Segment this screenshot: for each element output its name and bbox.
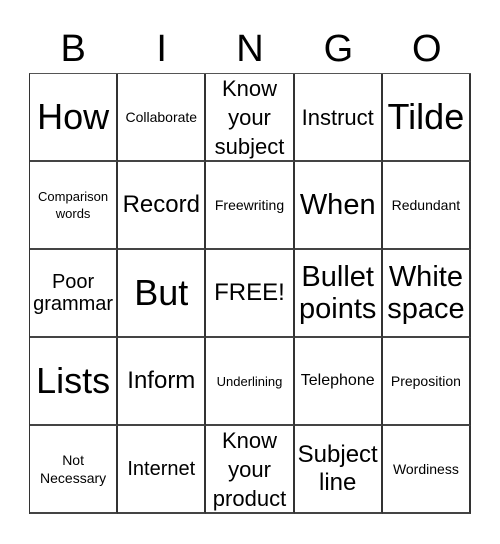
- bingo-card-grid: How Collaborate Know your subject Instru…: [29, 73, 471, 514]
- cell-label: Not Necessary: [40, 452, 107, 486]
- header-letter-b: B: [60, 28, 86, 70]
- cell-label: Lists: [36, 360, 111, 401]
- cell-label: White space: [387, 261, 465, 325]
- cell-label: Bullet points: [299, 261, 377, 325]
- free-space-cell[interactable]: FREE!: [206, 250, 295, 338]
- bingo-cell[interactable]: Underlining: [206, 338, 295, 426]
- bingo-cell[interactable]: Know your product: [206, 426, 295, 514]
- free-space-label: FREE!: [214, 279, 285, 306]
- bingo-cell[interactable]: Internet: [118, 426, 207, 514]
- bingo-cell[interactable]: Record: [118, 162, 207, 250]
- bingo-cell[interactable]: Subject line: [294, 426, 383, 514]
- cell-label: Instruct: [301, 104, 374, 130]
- header-letter-g: G: [323, 28, 354, 70]
- cell-label: But: [134, 272, 189, 313]
- header-letter-n: N: [236, 28, 264, 70]
- bingo-cell[interactable]: Collaborate: [118, 74, 207, 162]
- bingo-cell[interactable]: Tilde: [382, 74, 471, 162]
- cell-label: Preposition: [390, 373, 461, 389]
- cell-label: Underlining: [216, 373, 283, 389]
- cell-label: When: [299, 189, 376, 221]
- bingo-cell[interactable]: When: [294, 162, 383, 250]
- header-letter-i: I: [156, 28, 167, 70]
- cell-label: Internet: [127, 458, 196, 480]
- bingo-cell[interactable]: Wordiness: [382, 426, 471, 514]
- bingo-cell[interactable]: But: [118, 250, 207, 338]
- cell-label: Freewriting: [214, 197, 285, 213]
- bingo-cell[interactable]: Not Necessary: [30, 426, 119, 514]
- bingo-cell[interactable]: Poor grammar: [30, 250, 119, 338]
- bingo-cell[interactable]: Know your subject: [206, 74, 295, 162]
- cell-label: Wordiness: [392, 461, 459, 477]
- bingo-cell[interactable]: Instruct: [294, 74, 383, 162]
- cell-label: Record: [122, 191, 200, 218]
- bingo-header: B I N G O: [29, 26, 471, 72]
- bingo-cell[interactable]: White space: [382, 250, 471, 338]
- cell-label: Redundant: [391, 197, 461, 213]
- bingo-cell[interactable]: How: [30, 74, 119, 162]
- cell-label: Subject line: [297, 441, 378, 496]
- cell-label: Collaborate: [125, 109, 198, 125]
- bingo-cell[interactable]: Freewriting: [206, 162, 295, 250]
- cell-label: Telephone: [300, 372, 375, 389]
- bingo-cell[interactable]: Inform: [118, 338, 207, 426]
- cell-label: Know your product: [212, 427, 287, 511]
- cell-label: Poor grammar: [33, 271, 114, 315]
- bingo-cell[interactable]: Preposition: [382, 338, 471, 426]
- bingo-cell[interactable]: Comparison words: [30, 162, 119, 250]
- bingo-cell[interactable]: Redundant: [382, 162, 471, 250]
- header-letter-o: O: [412, 28, 442, 70]
- bingo-cell[interactable]: Telephone: [294, 338, 383, 426]
- cell-label: Comparison words: [38, 189, 109, 221]
- cell-label: Tilde: [387, 96, 465, 137]
- cell-label: Know your subject: [214, 75, 285, 159]
- bingo-cell[interactable]: Bullet points: [294, 250, 383, 338]
- bingo-cell[interactable]: Lists: [30, 338, 119, 426]
- cell-label: Inform: [127, 367, 196, 394]
- cell-label: How: [37, 96, 110, 137]
